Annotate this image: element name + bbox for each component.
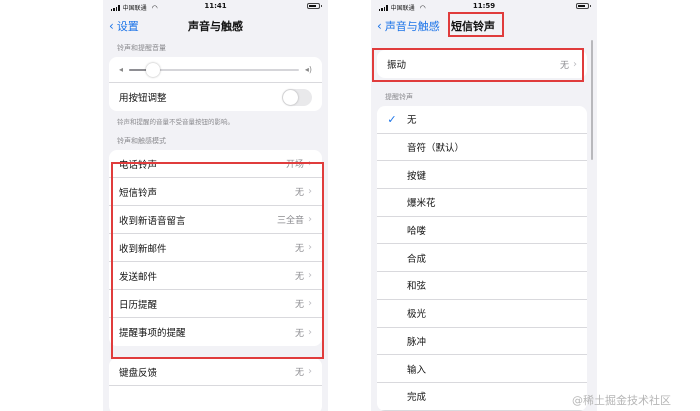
highlight-title-box (448, 12, 504, 37)
back-button[interactable]: ‹ 声音与触感 (377, 18, 440, 34)
tone-row[interactable]: 音符（默认） (377, 134, 587, 162)
watermark: @稀土掘金技术社区 (572, 394, 671, 407)
tones-section-label: 提醒铃声 (385, 93, 413, 101)
tone-row[interactable]: 脉冲 (377, 328, 587, 356)
status-time: 11:41 (204, 2, 227, 10)
tone-row[interactable]: 输入 (377, 355, 587, 383)
tone-row[interactable]: 按键 (377, 161, 587, 190)
tone-row[interactable]: ✓ 无 (377, 106, 587, 134)
tone-row[interactable]: 完成 (377, 383, 587, 411)
volume-slider-row: ◂ ◂) (109, 57, 322, 83)
checkmark-icon: ✓ (387, 112, 397, 126)
volume-slider-knob[interactable] (145, 62, 160, 77)
tone-row[interactable]: 极光 (377, 300, 587, 328)
tone-row[interactable]: 爆米花 (377, 189, 587, 217)
volume-section-label: 铃声和提醒音量 (117, 44, 166, 52)
volume-note: 铃声和提醒的音量不受音量按钮的影响。 (117, 118, 234, 126)
button-adjust-row: 用按钮调整 (109, 83, 322, 111)
battery-icon (576, 3, 591, 9)
status-time: 11:59 (472, 2, 496, 10)
battery-icon (307, 3, 322, 9)
keyboard-group: 键盘反馈无 › (109, 358, 322, 411)
keyboard-feedback-row[interactable]: 键盘反馈无 › (109, 358, 322, 386)
highlight-patterns-box (111, 162, 324, 359)
next-row[interactable] (109, 386, 322, 411)
speaker-low-icon: ◂ (119, 65, 124, 74)
highlight-vibration-box (372, 48, 584, 82)
back-button-label: 声音与触感 (384, 20, 440, 33)
button-adjust-toggle[interactable] (282, 88, 312, 106)
volume-slider[interactable] (129, 62, 299, 77)
tones-list: ✓ 无 音符（默认） 按键 爆米花 哈喽 合成 和弦 极光 脉冲 输入 完成 (377, 106, 587, 411)
tone-row[interactable]: 哈喽 (377, 217, 587, 245)
chevron-right-icon: › (308, 366, 312, 377)
volume-group: ◂ ◂) 用按钮调整 (109, 57, 322, 111)
scrollbar[interactable] (590, 40, 593, 160)
button-adjust-label: 用按钮调整 (119, 93, 167, 104)
speaker-high-icon: ◂) (304, 65, 312, 74)
navigation-bar: ‹ 设置 声音与触感 (103, 14, 328, 36)
status-bar: 中国联通 ◠ 11:41 (103, 0, 328, 14)
page-title: 声音与触感 (188, 20, 243, 33)
pattern-section-label: 铃声和触感模式 (117, 137, 166, 145)
tone-row[interactable]: 和弦 (377, 272, 587, 300)
chevron-left-icon: ‹ (377, 19, 382, 33)
tone-row[interactable]: 合成 (377, 244, 587, 273)
